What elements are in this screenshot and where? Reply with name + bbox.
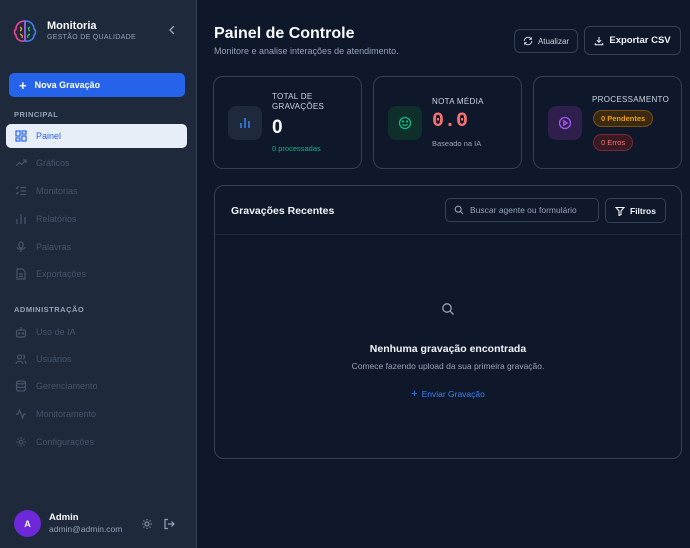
sidebar-item-label: Uso de IA	[36, 327, 76, 337]
new-recording-button[interactable]: + Nova Gravação	[9, 73, 185, 97]
brain-logo-icon	[13, 20, 37, 42]
brand-name: Monitoria	[47, 19, 97, 32]
refresh-button[interactable]: Atualizar	[514, 29, 578, 53]
smile-icon	[398, 116, 412, 130]
refresh-label: Atualizar	[537, 36, 570, 46]
chevron-left-icon[interactable]	[166, 24, 178, 36]
processing-label: PROCESSAMENTO	[592, 95, 670, 104]
sun-icon[interactable]	[141, 518, 153, 530]
activity-icon	[16, 408, 26, 420]
file-icon	[16, 268, 26, 280]
users-icon	[15, 354, 27, 365]
sidebar-item-label: Gráficos	[36, 158, 70, 168]
sidebar-item-label: Gerenciamento	[36, 381, 98, 391]
score-value: 0.0	[432, 110, 469, 133]
sidebar-item-label: Configurações	[36, 437, 95, 447]
section-admin: ADMINISTRAÇÃO	[14, 305, 85, 314]
brand-subtitle: GESTÃO DE QUALIDADE	[47, 33, 136, 41]
upload-label: Enviar Gravação	[421, 389, 485, 399]
empty-state-title: Nenhuma gravação encontrada	[369, 343, 527, 355]
new-recording-label: Nova Gravação	[34, 80, 101, 90]
card-icon-box	[388, 106, 422, 140]
sidebar-item-label: Exportações	[36, 269, 87, 279]
score-label: NOTA MÉDIA	[432, 97, 484, 106]
export-label: Exportar CSV	[609, 35, 671, 46]
mic-icon	[16, 241, 26, 252]
total-recordings-card: TOTAL DE GRAVAÇÕES 0 0 processadas	[213, 76, 362, 169]
sidebar-item-palavras[interactable]: Palavras	[6, 235, 187, 259]
trend-icon	[15, 159, 27, 167]
sidebar-item-label: Relatórios	[36, 214, 77, 224]
upload-recording-link[interactable]: + Enviar Gravação	[215, 388, 681, 400]
sidebar-item-label: Monitorias	[36, 186, 78, 196]
panel-header: Gravações Recentes Filtros	[215, 186, 681, 235]
user-name: Admin	[49, 512, 79, 523]
gear-icon	[16, 437, 26, 447]
sidebar-item-label: Monitoramento	[36, 409, 97, 419]
card-icon-box	[228, 106, 262, 140]
bar-chart-icon	[240, 118, 250, 128]
sidebar-item-uso-ia[interactable]: Uso de IA	[6, 320, 187, 344]
pending-badge: 0 Pendentes	[593, 110, 654, 127]
recent-recordings-panel: Gravações Recentes Filtros Nenhuma grava…	[214, 185, 682, 459]
bot-icon	[15, 327, 27, 338]
page-title: Painel de Controle	[214, 25, 355, 42]
export-csv-button[interactable]: Exportar CSV	[584, 26, 681, 55]
sidebar-item-usuarios[interactable]: Usuários	[6, 347, 187, 371]
sidebar-item-painel[interactable]: Painel	[6, 124, 187, 148]
sidebar-item-gerenciamento[interactable]: Gerenciamento	[6, 374, 187, 398]
plus-icon: +	[19, 77, 27, 93]
processing-card: PROCESSAMENTO 0 Pendentes 0 Erros	[533, 76, 682, 169]
empty-state-subtitle: Comece fazendo upload da sua primeira gr…	[351, 361, 545, 371]
search-icon	[442, 303, 454, 315]
brand[interactable]: Monitoria GESTÃO DE QUALIDADE	[11, 17, 136, 45]
search-icon	[454, 205, 464, 215]
errors-badge: 0 Erros	[593, 134, 634, 151]
panel-title: Gravações Recentes	[231, 205, 335, 217]
sidebar-item-configuracoes[interactable]: Configurações	[6, 430, 187, 454]
section-principal: PRINCIPAL	[14, 110, 59, 119]
plus-icon: +	[411, 388, 418, 400]
play-circle-icon	[558, 116, 572, 130]
total-value: 0	[272, 117, 283, 138]
filters-label: Filtros	[630, 205, 656, 216]
logout-icon[interactable]	[163, 518, 175, 530]
sidebar-item-label: Painel	[36, 131, 62, 141]
total-note: 0 processadas	[272, 144, 321, 153]
sidebar: Monitoria GESTÃO DE QUALIDADE + Nova Gra…	[0, 0, 197, 548]
score-note: Baseado na IA	[432, 139, 482, 148]
sidebar-item-label: Palavras	[36, 242, 72, 252]
search-box[interactable]	[445, 198, 599, 222]
average-score-card: NOTA MÉDIA 0.0 Baseado na IA	[373, 76, 522, 169]
user-profile[interactable]: A Admin admin@admin.com	[14, 510, 122, 537]
total-label: TOTAL DE GRAVAÇÕES	[272, 92, 325, 111]
download-icon	[595, 36, 604, 45]
filters-button[interactable]: Filtros	[605, 198, 666, 223]
bar-chart-icon	[16, 214, 26, 224]
card-icon-box	[548, 106, 582, 140]
sidebar-item-graficos[interactable]: Gráficos	[6, 151, 187, 175]
database-icon	[15, 380, 27, 392]
refresh-icon	[523, 36, 533, 46]
filter-icon	[615, 206, 625, 216]
sidebar-item-monitoramento[interactable]: Monitoramento	[6, 402, 187, 426]
sidebar-item-relatorios[interactable]: Relatórios	[6, 207, 187, 231]
sidebar-item-label: Usuários	[36, 354, 72, 364]
sidebar-item-exportacoes[interactable]: Exportações	[6, 262, 187, 286]
grid-icon	[15, 130, 27, 142]
search-input[interactable]	[470, 205, 598, 215]
page-subtitle: Monitore e analise interações de atendim…	[214, 46, 399, 56]
avatar: A	[14, 510, 41, 537]
checklist-icon	[15, 186, 26, 196]
user-email: admin@admin.com	[49, 524, 123, 534]
sidebar-item-monitorias[interactable]: Monitorias	[6, 179, 187, 203]
